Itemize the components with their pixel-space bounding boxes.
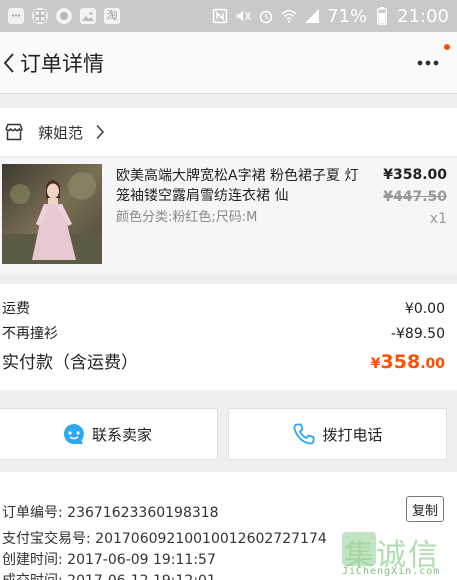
total-decimal: .00 — [420, 356, 445, 372]
total-value: ¥358.00 — [371, 351, 445, 373]
system-indicators: 71% 21:00 — [212, 6, 449, 27]
completed-time: 成交时间: 2017-06-12 19:12:01 — [2, 570, 216, 580]
shop-icon — [5, 123, 23, 141]
more-dots-icon — [417, 60, 439, 66]
call-button[interactable]: 拨打电话 — [228, 408, 447, 460]
shipping-label: 运费 — [2, 301, 30, 317]
product-title: 欧美高端大牌宽松A字裙 粉色裙子夏 灯笼袖镂空露肩雪纺连衣裙 仙 — [116, 168, 359, 204]
action-bar: 联系卖家 拨打电话 — [0, 398, 457, 466]
nfc-icon — [212, 8, 228, 24]
battery-icon — [374, 7, 390, 25]
shipping-row: 运费 ¥0.00 — [2, 298, 445, 318]
call-label: 拨打电话 — [322, 425, 383, 444]
page-title: 订单详情 — [20, 51, 104, 76]
flower-app-icon — [32, 8, 48, 24]
clock: 21:00 — [397, 5, 449, 27]
discount-row: 不再撞衫 -¥89.50 — [2, 323, 445, 343]
shipping-value: ¥0.00 — [404, 301, 445, 317]
order-number: 订单编号: 23671623360198318 — [2, 505, 219, 521]
discount-label: 不再撞衫 — [2, 326, 58, 342]
phone-icon — [294, 423, 315, 445]
chat-icon — [63, 424, 84, 444]
price-summary: 运费 ¥0.00 不再撞衫 -¥89.50 实付款（含运费） ¥358.00 — [0, 284, 457, 390]
notification-dot — [444, 44, 450, 50]
alarm-icon — [258, 8, 274, 24]
status-bar: 淘 71% 21:00 — [0, 0, 457, 32]
product-sku: 颜色分类:粉红色;尺码:M — [116, 210, 258, 225]
total-label: 实付款（含运费） — [2, 353, 138, 373]
watermark-url: JiChengXin.com — [342, 566, 441, 577]
battery-percent: 71% — [327, 5, 368, 27]
signal-icon — [304, 8, 320, 24]
created-time: 创建时间: 2017-06-09 19:11:57 — [2, 552, 216, 568]
contact-seller-label: 联系卖家 — [91, 425, 152, 444]
news-icon: 淘 — [104, 8, 120, 24]
alipay-trade-number: 支付宝交易号: 20170609210010012602727174 — [2, 531, 327, 547]
mute-icon — [235, 8, 251, 24]
nav-bar: 订单详情 — [0, 32, 457, 94]
product-item[interactable]: 欧美高端大牌宽松A字裙 粉色裙子夏 灯笼袖镂空露肩雪纺连衣裙 仙 颜色分类:粉红… — [0, 158, 457, 274]
total-row: 实付款（含运费） ¥358.00 — [2, 348, 445, 373]
gallery-icon — [80, 8, 96, 24]
product-price: ¥358.00 — [383, 167, 447, 183]
notification-icons: 淘 — [8, 8, 120, 24]
back-button[interactable] — [0, 43, 20, 83]
messages-icon — [8, 8, 24, 24]
shop-name: 辣姐范 — [38, 123, 84, 142]
more-button[interactable] — [413, 52, 443, 74]
taobao-icon — [56, 8, 72, 24]
chevron-right-icon — [96, 124, 105, 140]
chevron-left-icon — [4, 52, 14, 73]
discount-value: -¥89.50 — [390, 326, 445, 342]
shop-row[interactable]: 辣姐范 — [0, 108, 457, 156]
watermark: 集诚信 JiChengXin.com — [330, 528, 457, 580]
product-original-price: ¥447.50 — [383, 189, 447, 205]
copy-button[interactable]: 复制 — [406, 496, 444, 522]
total-currency: ¥ — [370, 356, 381, 372]
product-image[interactable] — [2, 164, 102, 264]
product-quantity: x1 — [429, 211, 447, 227]
total-integer: 358 — [380, 351, 421, 373]
contact-seller-button[interactable]: 联系卖家 — [0, 408, 218, 460]
wifi-icon — [281, 8, 297, 24]
